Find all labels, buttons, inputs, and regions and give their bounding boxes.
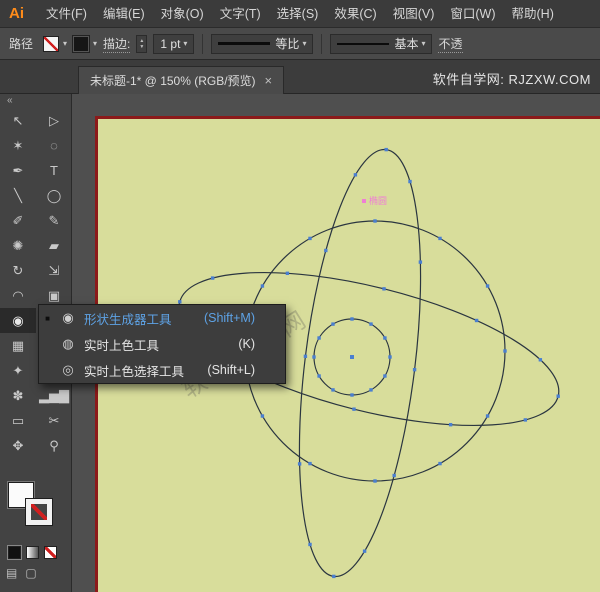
stroke-width-value: 1 pt bbox=[160, 36, 181, 51]
tool-label: 实时上色工具 bbox=[84, 338, 160, 353]
screen-mode-button[interactable]: ▢ bbox=[25, 566, 36, 580]
tool-shortcut: (Shift+M) bbox=[203, 311, 255, 325]
brush-definition-value: 基本 bbox=[394, 37, 419, 51]
tool-flyout-menu: ■ ◉ 形状生成器工具 (Shift+M) ◍ 实时上色工具 (K) ◎ 实时上色选择工具 (Sh… bbox=[38, 304, 286, 384]
lasso-tool[interactable]: ◌ bbox=[36, 133, 72, 158]
color-button[interactable] bbox=[7, 545, 22, 560]
control-separator bbox=[321, 33, 323, 54]
width-tool[interactable]: ◠ bbox=[0, 283, 36, 308]
rotate-tool[interactable]: ↻ bbox=[0, 258, 36, 283]
paintbrush-tool[interactable]: ✐ bbox=[0, 208, 36, 233]
tool-label: 形状生成器工具 bbox=[84, 312, 172, 327]
menu-item-2[interactable]: 编辑(E) bbox=[95, 7, 153, 21]
tab-bar: 未标题-1* @ 150% (RGB/预览) × 软件自学网: RJZXW.CO… bbox=[0, 60, 600, 94]
stroke-profile-select[interactable]: 等比 ▾ bbox=[211, 33, 314, 54]
menu-item-6[interactable]: 效果(C) bbox=[326, 7, 384, 21]
pen-tool[interactable]: ✒ bbox=[0, 158, 36, 183]
selection-type-label: 路径 bbox=[9, 37, 34, 51]
ellipse-tool[interactable]: ◯ bbox=[36, 183, 72, 208]
line-segment-tool[interactable]: ╲ bbox=[0, 183, 36, 208]
menu-item-4[interactable]: 文字(T) bbox=[212, 7, 269, 21]
current-tool-marker: ■ bbox=[45, 313, 50, 323]
drawing-mode-button[interactable]: ▤ bbox=[6, 566, 17, 580]
stroke-profile-preview bbox=[218, 42, 271, 45]
app-logo[interactable]: Ai bbox=[0, 5, 38, 22]
shape-builder-tool-item[interactable]: ■ ◉ 形状生成器工具 (Shift+M) bbox=[39, 305, 285, 331]
menu-items: 文件(F) 编辑(E) 对象(O) 文字(T) 选择(S) 效果(C) 视图(V) 窗口(W)… bbox=[38, 0, 562, 28]
fill-stroke-indicator bbox=[0, 480, 72, 540]
live-paint-selection-tool-item[interactable]: ◎ 实时上色选择工具 (Shift+L) bbox=[39, 357, 285, 383]
stroke-width-select[interactable]: 1 pt ▾ bbox=[153, 33, 195, 54]
stroke-swatch-large[interactable] bbox=[25, 498, 53, 526]
live-paint-bucket-tool-item[interactable]: ◍ 实时上色工具 (K) bbox=[39, 331, 285, 357]
tool-shortcut: (Shift+L) bbox=[207, 363, 255, 377]
highlight-anchor-marker bbox=[362, 198, 366, 203]
stroke-panel-link[interactable]: 描边: bbox=[103, 35, 131, 53]
eraser-tool[interactable]: ▰ bbox=[36, 233, 72, 258]
opacity-label[interactable]: 不透 bbox=[438, 35, 463, 53]
stroke-profile-value: 等比 bbox=[275, 37, 300, 51]
control-separator bbox=[202, 33, 204, 54]
tool-label: 实时上色选择工具 bbox=[84, 364, 185, 379]
scale-tool[interactable]: ⇲ bbox=[36, 258, 72, 283]
menu-item-7[interactable]: 视图(V) bbox=[385, 7, 443, 21]
stroke-profile-dropdown-arrow[interactable]: ▾ bbox=[302, 39, 306, 48]
shape-builder-tool-icon: ◉ bbox=[62, 310, 74, 325]
tool-shortcut: (K) bbox=[238, 337, 255, 351]
type-tool[interactable]: T bbox=[36, 158, 72, 183]
magic-wand-tool[interactable]: ✶ bbox=[0, 133, 36, 158]
artboard-tool[interactable]: ▭ bbox=[0, 408, 36, 433]
color-mode-buttons bbox=[7, 545, 57, 560]
stroke-color-swatch[interactable] bbox=[72, 34, 91, 53]
stroke-width-stepper[interactable]: ▲ ▼ bbox=[136, 34, 148, 53]
menu-item-1[interactable]: 文件(F) bbox=[38, 7, 95, 21]
gradient-button[interactable] bbox=[26, 546, 39, 559]
symbol-sprayer-tool[interactable]: ✽ bbox=[0, 383, 36, 408]
control-bar: 路径 ▾ ▾ 描边: ▲ ▼ 1 pt ▾ 等比 ▾ 基本 ▾ 不透 bbox=[0, 28, 600, 60]
fill-color-swatch[interactable] bbox=[43, 35, 60, 52]
document-tab[interactable]: 未标题-1* @ 150% (RGB/预览) × bbox=[78, 66, 285, 94]
brush-dropdown-arrow[interactable]: ▾ bbox=[421, 39, 425, 48]
fill-dropdown-arrow[interactable]: ▾ bbox=[63, 39, 67, 48]
tool-grid: ↖▷✶◌✒T╲◯✐✎✺▰↻⇲◠▣◉⊞▦▧✦❖✽▂▅▇▭✂✥⚲ bbox=[0, 108, 71, 458]
stroke-width-dropdown-arrow[interactable]: ▾ bbox=[183, 39, 187, 48]
selection-tool[interactable]: ↖ bbox=[0, 108, 36, 133]
pencil-tool[interactable]: ✎ bbox=[36, 208, 72, 233]
slice-tool[interactable]: ✂ bbox=[36, 408, 72, 433]
menu-item-8[interactable]: 窗口(W) bbox=[442, 7, 503, 21]
none-button[interactable] bbox=[44, 546, 57, 559]
direct-selection-tool[interactable]: ▷ bbox=[36, 108, 72, 133]
menu-item-3[interactable]: 对象(O) bbox=[153, 7, 212, 21]
hand-tool[interactable]: ✥ bbox=[0, 433, 36, 458]
site-watermark-label: 软件自学网: RJZXW.COM bbox=[432, 72, 591, 87]
document-tab-title: 未标题-1* @ 150% (RGB/预览) bbox=[90, 74, 256, 88]
menu-bar: Ai 文件(F) 编辑(E) 对象(O) 文字(T) 选择(S) 效果(C) 视图(V) 窗口… bbox=[0, 0, 600, 28]
live-paint-bucket-tool-icon: ◍ bbox=[62, 336, 74, 351]
eyedropper-tool[interactable]: ✦ bbox=[0, 358, 36, 383]
blob-brush-tool[interactable]: ✺ bbox=[0, 233, 36, 258]
menu-item-9[interactable]: 帮助(H) bbox=[504, 7, 562, 21]
mesh-tool[interactable]: ▦ bbox=[0, 333, 36, 358]
brush-definition-select[interactable]: 基本 ▾ bbox=[330, 33, 433, 54]
screen-mode-buttons: ▤ ▢ bbox=[6, 566, 37, 580]
smart-guide-hint: 椭圆 bbox=[362, 194, 387, 207]
stroke-dropdown-arrow[interactable]: ▾ bbox=[93, 39, 97, 48]
toolbar-collapse-icon[interactable]: « bbox=[0, 94, 71, 108]
brush-preview bbox=[337, 42, 390, 45]
zoom-tool[interactable]: ⚲ bbox=[36, 433, 72, 458]
live-paint-selection-tool-icon: ◎ bbox=[62, 362, 74, 377]
illustrator-window: Ai 文件(F) 编辑(E) 对象(O) 文字(T) 选择(S) 效果(C) 视图(V) 窗口… bbox=[0, 0, 600, 592]
smart-guide-hint-label: 椭圆 bbox=[369, 196, 388, 206]
menu-item-5[interactable]: 选择(S) bbox=[269, 7, 327, 21]
stepper-down-icon[interactable]: ▼ bbox=[137, 44, 146, 50]
shape-builder-tool[interactable]: ◉ bbox=[0, 308, 36, 333]
column-graph-tool[interactable]: ▂▅▇ bbox=[36, 383, 72, 408]
tab-close-icon[interactable]: × bbox=[265, 73, 273, 88]
